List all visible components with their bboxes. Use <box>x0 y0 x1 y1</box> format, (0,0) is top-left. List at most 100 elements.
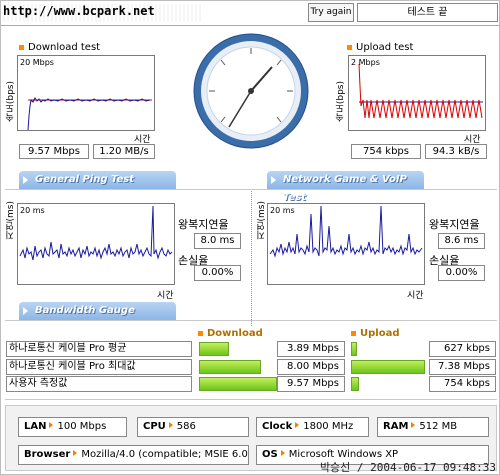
gauge-row-name: 사용자 측정값 <box>6 376 192 392</box>
upload-gauge-fill <box>351 342 358 356</box>
arrow-right-icon <box>73 450 78 456</box>
tab-ping-label: General Ping Test <box>35 174 135 185</box>
column-divider <box>251 191 252 326</box>
gauge-divider <box>5 320 497 321</box>
gauge-row-name: 하나로통신 케이블 Pro 평균 <box>6 341 192 357</box>
gauge-download-label: Download <box>207 328 263 339</box>
arrow-right-icon <box>271 176 276 184</box>
game-rtt-label: 왕복지연율 <box>429 218 480 231</box>
download-speed-bytes: 1.20 MB/s <box>93 144 155 159</box>
spec-lan: LAN 100 Mbps <box>18 417 127 437</box>
gauge-upload-header: Upload <box>351 328 399 339</box>
tab-bandwidth-gauge[interactable]: Bandwidth Gauge <box>19 302 176 320</box>
site-url: http://www.bcpark.net <box>3 4 203 22</box>
ping-y-label: 지연(ms) <box>6 201 16 240</box>
download-title-text: Download test <box>28 42 101 53</box>
clock-value: 1800 MHz <box>303 421 354 432</box>
download-gauge-bar <box>199 342 277 356</box>
download-gauge-value: 9.57 Mbps <box>277 376 345 392</box>
top-divider <box>1 25 500 26</box>
upload-scale: 2 Mbps <box>351 58 380 67</box>
upload-graph-plot: 2 Mbps <box>351 58 483 119</box>
ram-label: RAM <box>383 421 409 432</box>
ping-graph-plot: 20 ms <box>19 205 173 261</box>
spec-clock: Clock 1800 MHz <box>256 417 369 437</box>
download-gauge-value: 3.89 Mbps <box>277 341 345 357</box>
upload-gauge-fill <box>351 360 426 374</box>
gauge-row: 사용자 측정값 9.57 Mbps 754 kbps <box>6 376 496 393</box>
ping-graph: 20 ms <box>17 203 175 285</box>
lan-value: 100 Mbps <box>57 421 107 432</box>
upload-title: Upload test <box>347 42 413 53</box>
upload-graph: 2 Mbps <box>348 55 486 131</box>
test-status: 테스트 끝 <box>357 3 498 22</box>
ping-x-label: 시간 <box>157 291 174 301</box>
upload-trace <box>358 63 483 119</box>
download-graph: 20 Mbps <box>17 55 155 131</box>
download-gauge-fill <box>199 342 230 356</box>
browser-value: Mozilla/4.0 (compatible; MSIE 6.0 <box>81 449 248 460</box>
speed-test-window: http://www.bcpark.net Try again 테스트 끝 Do… <box>0 0 500 475</box>
os-label: OS <box>262 449 278 460</box>
section-divider <box>5 189 497 190</box>
footer-credit: 박승선 / 2004-06-17 09:48:33 <box>319 461 496 474</box>
upload-gauge-bar <box>351 360 429 374</box>
upload-y-label: 속도(bps) <box>336 81 346 123</box>
download-y-label: 속도(bps) <box>6 81 16 123</box>
ping-loss-value: 0.00% <box>194 265 241 281</box>
arrow-right-icon <box>49 422 54 428</box>
ping-scale: 20 ms <box>20 206 45 215</box>
specs-divider <box>5 399 497 400</box>
cpu-value: 586 <box>176 421 196 432</box>
arrow-right-icon <box>295 422 300 428</box>
download-trace <box>27 97 151 131</box>
spec-browser: Browser Mozilla/4.0 (compatible; MSIE 6.0 <box>18 445 249 465</box>
bullet-icon <box>351 330 356 336</box>
spec-cpu: CPU 586 <box>137 417 249 437</box>
download-speed-bits: 9.57 Mbps <box>19 144 89 159</box>
gauge-row: 하나로통신 케이블 Pro 최대값 8.00 Mbps 7.38 Mbps <box>6 359 496 376</box>
arrow-right-icon <box>411 422 416 428</box>
clock-label: Clock <box>262 421 293 432</box>
game-rtt-value: 8.6 ms <box>438 233 485 249</box>
speed-dial <box>192 32 310 150</box>
game-loss-value: 0.00% <box>438 265 485 281</box>
game-scale: 20 ms <box>270 206 295 215</box>
upload-speed-bits: 754 kbps <box>351 144 421 159</box>
try-again-button[interactable]: Try again <box>308 3 354 22</box>
browser-label: Browser <box>24 449 71 460</box>
download-gauge-bar <box>199 377 277 391</box>
download-graph-plot: 20 Mbps <box>20 58 152 131</box>
arrow-right-icon <box>23 176 28 184</box>
upload-gauge-value: 754 kbps <box>429 376 496 392</box>
ping-rtt-label: 왕복지연율 <box>178 218 229 231</box>
game-x-label: 시간 <box>407 291 424 301</box>
upload-title-text: Upload test <box>356 42 414 53</box>
download-scale: 20 Mbps <box>20 58 54 67</box>
lan-label: LAN <box>24 421 47 432</box>
bullet-icon <box>198 330 203 336</box>
arrow-right-icon <box>280 450 285 456</box>
arrow-right-icon <box>168 422 173 428</box>
spec-ram: RAM 512 MB <box>377 417 489 437</box>
tab-gauge-label: Bandwidth Gauge <box>35 305 135 316</box>
upload-speed-bytes: 94.3 kB/s <box>425 144 487 159</box>
ping-rtt-value: 8.0 ms <box>194 233 241 249</box>
tab-network-game-voip-test[interactable]: Network Game & VoIP Test <box>267 171 424 203</box>
download-gauge-bar <box>199 360 277 374</box>
bullet-icon <box>347 44 352 50</box>
gauge-download-header: Download <box>198 328 263 339</box>
ram-value: 512 MB <box>419 421 458 432</box>
upload-gauge-bar <box>351 377 429 391</box>
gauge-row: 하나로통신 케이블 Pro 평균 3.89 Mbps 627 kbps <box>6 341 496 358</box>
download-gauge-fill <box>199 360 262 374</box>
upload-gauge-bar <box>351 342 429 356</box>
game-graph: 20 ms <box>267 203 425 285</box>
gauge-upload-label: Upload <box>360 328 400 339</box>
arrow-right-icon <box>23 307 28 315</box>
upload-gauge-value: 627 kbps <box>429 341 496 357</box>
tab-general-ping-test[interactable]: General Ping Test <box>19 171 176 189</box>
download-gauge-fill <box>199 377 277 391</box>
cpu-label: CPU <box>143 421 166 432</box>
bullet-icon <box>19 44 24 50</box>
